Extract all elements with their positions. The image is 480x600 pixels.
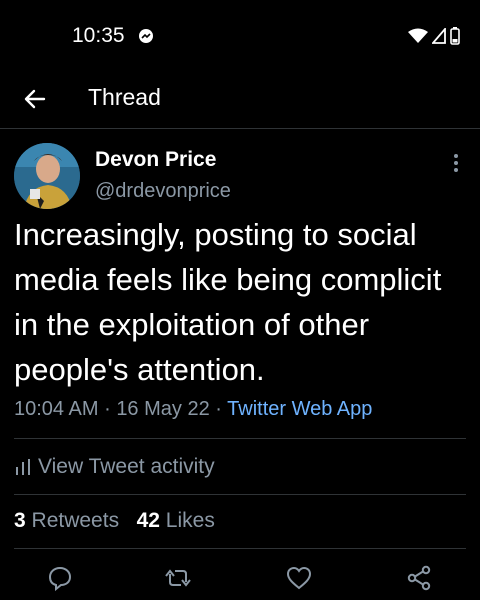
divider <box>14 548 466 549</box>
signal-icon <box>432 28 446 44</box>
display-name[interactable]: Devon Price <box>95 148 216 172</box>
wifi-icon <box>408 28 428 43</box>
battery-icon <box>450 27 460 45</box>
likes-stat[interactable]: 42 Likes <box>137 509 215 532</box>
system-icons <box>408 27 460 45</box>
arrow-left-icon[interactable] <box>22 86 48 112</box>
user-handle[interactable]: @drdevonprice <box>95 180 231 203</box>
status-time: 10:35 <box>72 24 125 47</box>
view-activity-label: View Tweet activity <box>38 455 215 478</box>
reply-icon[interactable] <box>46 564 74 592</box>
share-icon[interactable] <box>405 564 433 592</box>
avatar[interactable] <box>14 143 80 209</box>
tweet-actions <box>0 560 480 596</box>
likes-count: 42 <box>136 509 160 532</box>
page-title: Thread <box>88 84 161 110</box>
view-activity-button[interactable]: View Tweet activity <box>14 455 215 479</box>
more-vertical-icon[interactable] <box>450 152 462 174</box>
status-bar: 10:35 <box>0 0 480 72</box>
meta-separator: · <box>104 398 111 420</box>
thread-header: Thread <box>0 72 480 129</box>
retweet-icon[interactable] <box>164 564 192 592</box>
tweet-meta: 10:04 AM · 16 May 22 · Twitter Web App <box>14 398 372 421</box>
tweet-time: 10:04 AM <box>14 398 99 420</box>
retweets-stat[interactable]: 3 Retweets <box>14 509 119 532</box>
divider <box>14 438 466 439</box>
tweet-source-link[interactable]: Twitter Web App <box>227 398 372 420</box>
messenger-icon <box>139 29 153 43</box>
engagement-stats: 3 Retweets 42 Likes <box>14 509 215 533</box>
avatar-image <box>14 143 80 209</box>
meta-separator: · <box>215 398 222 420</box>
tweet-date: 16 May 22 <box>116 398 210 420</box>
retweets-count: 3 <box>14 509 26 532</box>
divider <box>14 494 466 495</box>
like-icon[interactable] <box>285 564 313 592</box>
analytics-icon <box>16 459 30 475</box>
likes-label: Likes <box>165 509 215 532</box>
retweets-label: Retweets <box>31 509 120 532</box>
tweet-text: Increasingly, posting to social media fe… <box>14 217 442 387</box>
